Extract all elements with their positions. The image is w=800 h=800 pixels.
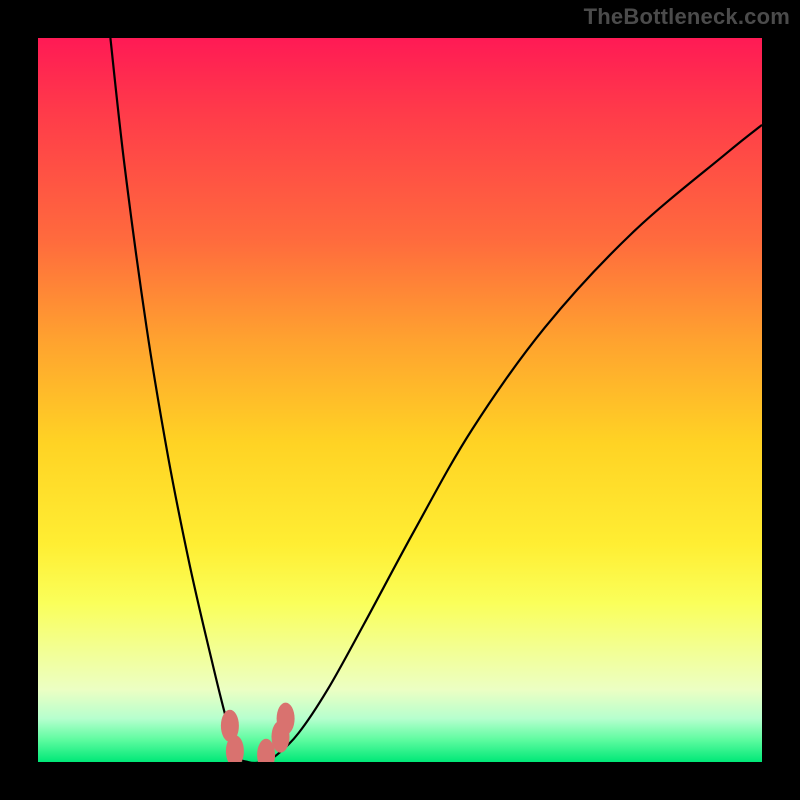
bottleneck-curve xyxy=(110,38,762,762)
chart-frame: TheBottleneck.com xyxy=(0,0,800,800)
curve-layer xyxy=(38,38,762,762)
attribution-label: TheBottleneck.com xyxy=(584,4,790,30)
trough-markers xyxy=(221,703,295,762)
plot-area xyxy=(38,38,762,762)
blob-5 xyxy=(277,703,295,735)
